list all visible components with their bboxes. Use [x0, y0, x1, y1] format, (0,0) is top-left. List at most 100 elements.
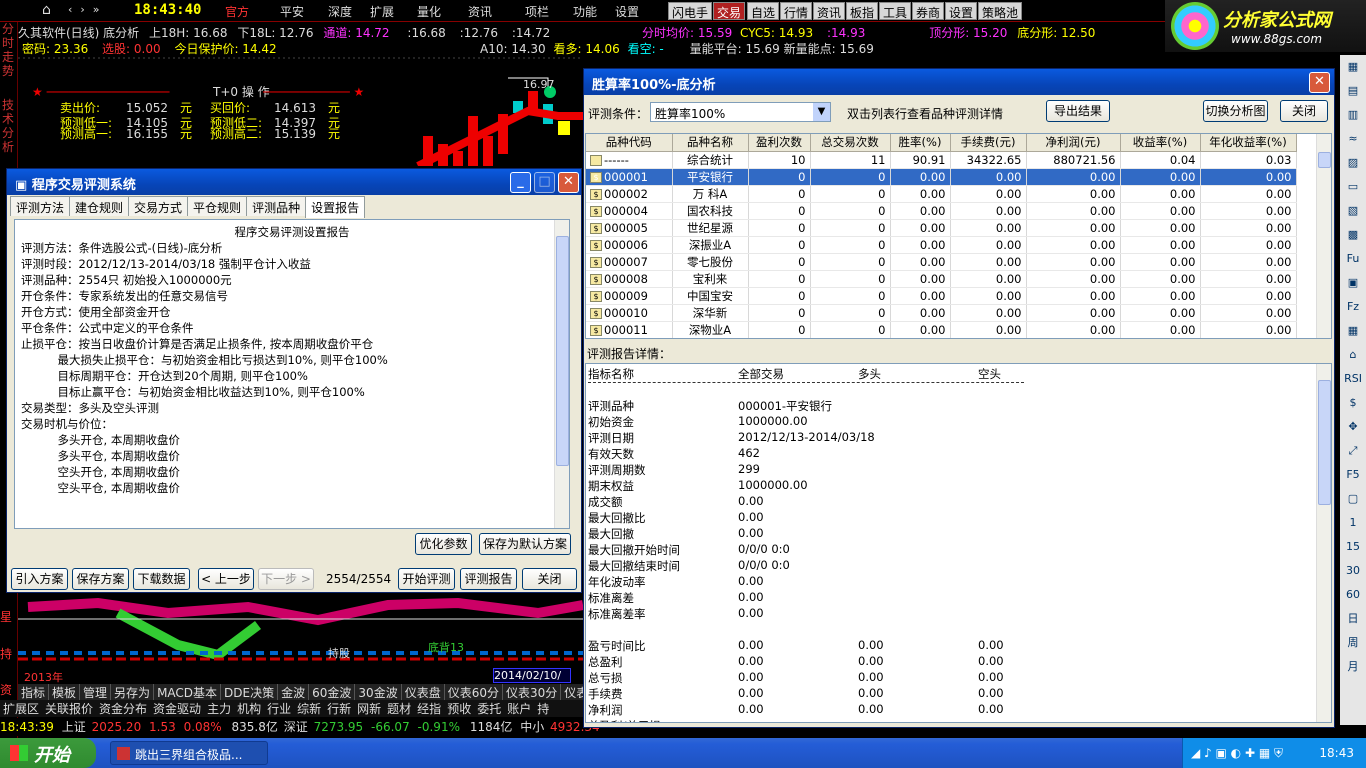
table-row[interactable]: $000009 中国宝安 0 0 0.00 0.00 0.00 0.00 0.00 — [586, 287, 1297, 305]
optimize-params-button[interactable]: 优化参数 — [415, 533, 472, 555]
right-tool-button[interactable]: F5 — [1340, 463, 1366, 487]
right-tool-button[interactable]: ▣ — [1340, 271, 1366, 295]
tab-close-rules[interactable]: 平仓规则 — [187, 196, 248, 216]
indicator-tab[interactable]: 仪表盘 — [402, 684, 445, 700]
extension-tab[interactable]: 网新 — [354, 700, 384, 717]
side-tab-char[interactable]: 时 — [2, 36, 16, 50]
toolbar-button[interactable]: 策略池 — [978, 2, 1023, 20]
indicator-tab[interactable]: 管理 — [80, 684, 112, 700]
extension-tab[interactable]: 资金分布 — [96, 700, 150, 717]
tab-method[interactable]: 评测方法 — [10, 196, 71, 216]
side-tab-char[interactable]: 分 — [2, 22, 16, 36]
menu-item[interactable]: 官方 — [225, 3, 249, 20]
extension-tab[interactable]: 题材 — [384, 700, 414, 717]
side-tab-char[interactable]: 术 — [2, 112, 16, 126]
right-tool-button[interactable]: 60 — [1340, 583, 1366, 607]
right-tool-button[interactable]: $ — [1340, 391, 1366, 415]
table-row[interactable]: $000008 宝利来 0 0 0.00 0.00 0.00 0.00 0.00 — [586, 270, 1297, 288]
nav-arrows[interactable]: ‹›» — [68, 3, 108, 16]
menu-item[interactable]: 项栏 — [525, 3, 549, 20]
column-header[interactable]: 盈利次数 — [748, 134, 811, 152]
indicator-tab[interactable]: 仪表30分 — [503, 684, 562, 700]
menu-item[interactable]: 资讯 — [468, 3, 492, 20]
right-tool-button[interactable]: ▭ — [1340, 175, 1366, 199]
indicator-tab[interactable]: 模板 — [49, 684, 81, 700]
toolbar-button[interactable]: 设置 — [945, 2, 978, 20]
column-header[interactable]: 净利润(元) — [1026, 134, 1121, 152]
right-tool-button[interactable]: 30 — [1340, 559, 1366, 583]
switch-chart-button[interactable]: 切换分析图 — [1203, 100, 1268, 122]
chevron-down-icon[interactable]: ▼ — [813, 103, 830, 121]
menu-item[interactable]: 平安 — [280, 3, 304, 20]
indicator-tab[interactable]: MACD基本 — [154, 684, 222, 700]
save-scheme-button[interactable]: 保存方案 — [72, 568, 129, 590]
extension-tab[interactable]: 综新 — [294, 700, 324, 717]
right-tool-button[interactable]: 周 — [1340, 631, 1366, 655]
tab-open-rules[interactable]: 建仓规则 — [69, 196, 130, 216]
right-tool-button[interactable]: 1 — [1340, 511, 1366, 535]
table-row[interactable]: $000007 零七股份 0 0 0.00 0.00 0.00 0.00 0.00 — [586, 253, 1297, 271]
save-default-button[interactable]: 保存为默认方案 — [479, 533, 571, 555]
right-tool-button[interactable]: ▦ — [1340, 55, 1366, 79]
right-tool-button[interactable]: ▧ — [1340, 199, 1366, 223]
home-icon[interactable]: ⌂ — [42, 2, 62, 20]
right-tool-button[interactable]: ▢ — [1340, 487, 1366, 511]
side-tab-char[interactable]: 析 — [2, 140, 16, 154]
right-tool-button[interactable]: ✥ — [1340, 415, 1366, 439]
indicator-tab[interactable]: 仪表15分 — [561, 684, 583, 700]
extension-tab[interactable]: 主力 — [204, 700, 234, 717]
prev-step-button[interactable]: < 上一步 — [198, 568, 254, 590]
menu-item[interactable]: 扩展 — [370, 3, 394, 20]
menu-item[interactable]: 设置 — [615, 3, 639, 20]
export-results-button[interactable]: 导出结果 — [1046, 100, 1110, 122]
minimize-button[interactable]: _ — [510, 172, 531, 193]
backtest-dialog-titlebar[interactable]: ▣ 程序交易评测系统 _ □ ✕ — [7, 169, 581, 195]
settings-report-text[interactable]: 程序交易评测设置报告 评测方法：条件选股公式-(日线)-底分析 评测时段：2012… — [14, 219, 570, 529]
indicator-tab[interactable]: 指标 — [18, 684, 50, 700]
toolbar-button[interactable]: 工具 — [879, 2, 912, 20]
report-scrollbar[interactable] — [554, 220, 569, 528]
indicator-tab[interactable]: 30金波 — [355, 684, 402, 700]
column-header[interactable]: 总交易次数 — [810, 134, 891, 152]
close-button[interactable]: 关闭 — [522, 568, 577, 590]
results-scrollbar[interactable] — [1316, 134, 1331, 338]
test-report-button[interactable]: 评测报告 — [460, 568, 517, 590]
right-tool-button[interactable]: ▥ — [1340, 103, 1366, 127]
menu-item[interactable]: 功能 — [573, 3, 597, 20]
kline-chart-area[interactable]: 16.97 T+0 操 作 ★ ───────────────── ──────… — [18, 56, 583, 166]
table-row[interactable]: ------ 综合统计 10 11 90.91 34322.65 880721.56 0.04… — [586, 151, 1297, 169]
side-tab-char[interactable]: 技 — [2, 98, 16, 112]
indicator-tab[interactable]: 金波 — [278, 684, 310, 700]
right-tool-button[interactable]: Fz — [1340, 295, 1366, 319]
close-button[interactable]: 关闭 — [1280, 100, 1328, 122]
extension-tab[interactable]: 账户 — [504, 700, 534, 717]
extension-tab[interactable]: 机构 — [234, 700, 264, 717]
table-row[interactable]: $000011 深物业A 0 0 0.00 0.00 0.00 0.00 0.00 — [586, 321, 1297, 338]
extension-tab[interactable]: 经指 — [414, 700, 444, 717]
extension-tab[interactable]: 关联报价 — [42, 700, 96, 717]
toolbar-button[interactable]: 闪电手 — [668, 2, 713, 20]
indicator-tab[interactable]: 仪表60分 — [445, 684, 503, 700]
tray-icons[interactable]: ◢ ♪ ▣ ◐ ✚ ▦ ⛨ — [1191, 746, 1283, 761]
column-header[interactable]: 胜率(%) — [890, 134, 951, 152]
indicator-tab[interactable]: DDE决策 — [221, 684, 279, 700]
close-icon[interactable]: ✕ — [558, 172, 579, 193]
start-button[interactable]: 开始 — [0, 738, 96, 768]
extension-tab[interactable]: 委托 — [474, 700, 504, 717]
condition-select[interactable]: 胜算率100% ▼ — [650, 102, 831, 122]
import-scheme-button[interactable]: 引入方案 — [11, 568, 68, 590]
right-tool-button[interactable]: ▤ — [1340, 79, 1366, 103]
column-header[interactable]: 品种名称 — [672, 134, 749, 152]
table-row[interactable]: $000006 深振业A 0 0 0.00 0.00 0.00 0.00 0.00 — [586, 236, 1297, 254]
column-header[interactable]: 手续费(元) — [950, 134, 1027, 152]
right-tool-button[interactable]: ▦ — [1340, 319, 1366, 343]
extension-tab[interactable]: 扩展区 — [0, 700, 42, 717]
close-icon[interactable]: ✕ — [1309, 72, 1330, 93]
toolbar-button[interactable]: 自选 — [747, 2, 780, 20]
right-tool-button[interactable]: ⤢ — [1340, 439, 1366, 463]
toolbar-button[interactable]: 交易 — [713, 2, 746, 20]
start-test-button[interactable]: 开始评测 — [398, 568, 455, 590]
right-tool-button[interactable]: 月 — [1340, 655, 1366, 679]
side-tab-char[interactable]: 势 — [2, 64, 16, 78]
extension-tab[interactable]: 资金驱动 — [150, 700, 204, 717]
